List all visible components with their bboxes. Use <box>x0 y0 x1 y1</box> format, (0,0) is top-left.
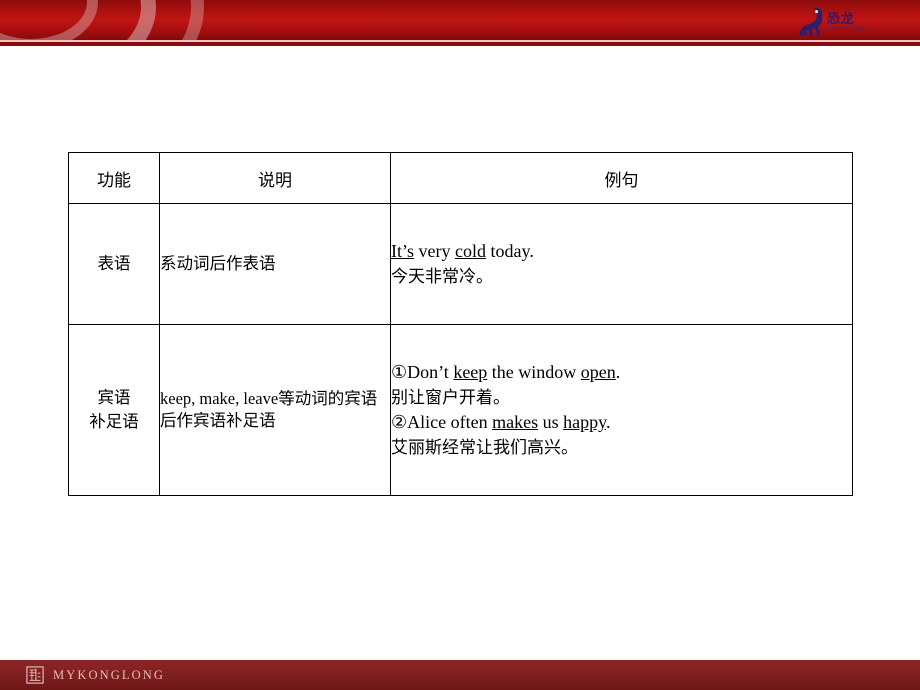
slide-header-banner: 恐龙 MYKONGLONG <box>0 0 920 46</box>
dinosaur-icon <box>799 7 823 36</box>
cell-examples-object-complement: ①Don’t keep the window open. 别让窗户开着。 ②Al… <box>390 324 853 496</box>
cell-function-predicative: 表语 <box>68 203 160 325</box>
function-label-line2: 补足语 <box>89 412 139 431</box>
cell-description-object-complement: keep, make, leave等动词的宾语后作宾语补足语 <box>159 324 391 496</box>
table-header-row: 功能 说明 例句 <box>68 152 853 204</box>
header-logo: 恐龙 MYKONGLONG <box>798 5 908 39</box>
column-header-description: 说明 <box>159 152 391 204</box>
example-underlined-word: makes <box>492 412 539 432</box>
example-chinese-line: 今天非常冷。 <box>391 266 493 287</box>
logo-wordmark: 恐龙 MYKONGLONG <box>827 12 866 32</box>
logo-english-text: MYKONGLONG <box>827 26 867 32</box>
example-english-line: ②Alice often makes us happy. <box>391 410 852 436</box>
logo-chinese-text: 恐龙 <box>827 11 855 26</box>
cell-examples-predicative: It’s very cold today. 今天非常冷。 <box>390 203 853 325</box>
example-english-line: ①Don’t keep the window open. <box>391 360 852 386</box>
example-underlined-word: open <box>580 362 616 383</box>
example-plain-text: today. <box>486 241 534 262</box>
cell-description-predicative: 系动词后作表语 <box>159 203 391 325</box>
function-label-line1: 宾语 <box>97 388 131 408</box>
example-plain-text: . <box>605 412 611 432</box>
konglong-square-icon <box>26 666 44 684</box>
column-header-function: 功能 <box>68 152 160 204</box>
example-chinese-line: 别让窗户开着。 <box>391 387 510 408</box>
table-row: 表语 系动词后作表语 It’s very cold today. 今天非常冷。 <box>68 203 853 325</box>
slide-content-area: 功能 说明 例句 表语 系动词后作表语 It’s very cold today… <box>0 46 920 644</box>
table-row: 宾语 补足语 keep, make, leave等动词的宾语后作宾语补足语 ①D… <box>68 324 853 496</box>
example-plain-text: the window <box>487 362 581 383</box>
example-underlined-word: happy <box>563 412 606 432</box>
example-marker: ① <box>391 362 408 383</box>
example-plain-text: us <box>538 412 564 432</box>
cell-function-object-complement: 宾语 补足语 <box>68 324 160 496</box>
column-header-examples: 例句 <box>390 152 853 204</box>
example-plain-text: . <box>615 362 621 383</box>
example-english-line: It’s very cold today. <box>391 239 852 265</box>
header-decorative-arcs <box>0 0 260 42</box>
example-plain-text: Alice often <box>407 412 493 432</box>
description-verb-list: keep, make, leave <box>160 388 279 408</box>
example-chinese-line: 艾丽斯经常让我们高兴。 <box>391 437 578 458</box>
footer-brand-text: MYKONGLONG <box>53 667 165 682</box>
example-underlined-word: keep <box>453 362 488 383</box>
grammar-reference-table: 功能 说明 例句 表语 系动词后作表语 It’s very cold today… <box>68 152 853 496</box>
example-plain-text: Don’t <box>407 362 454 383</box>
example-marker: ② <box>391 412 408 432</box>
example-underlined-word: It’s <box>391 241 415 262</box>
slide-footer-bar: MYKONGLONG <box>0 660 920 690</box>
example-plain-text: very <box>414 241 455 262</box>
example-underlined-word: cold <box>455 241 486 262</box>
